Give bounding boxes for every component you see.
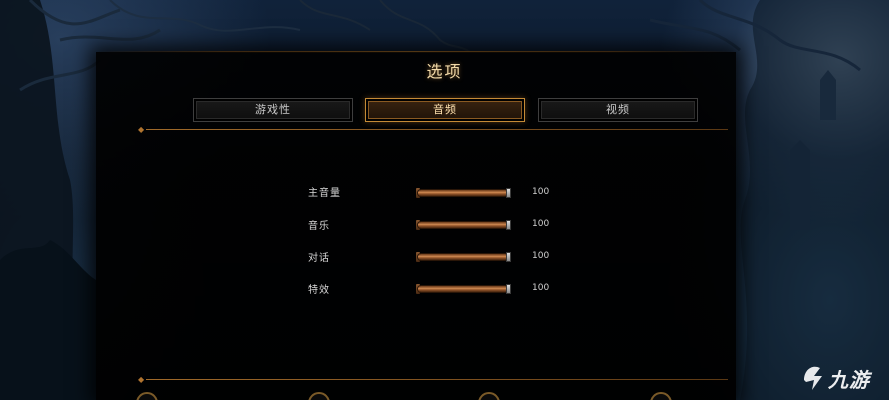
dialogue-volume-label: 对话: [308, 253, 330, 264]
effects-volume-slider[interactable]: [416, 283, 512, 295]
tab-audio[interactable]: 音频: [365, 98, 525, 122]
slider-thumb[interactable]: [506, 220, 511, 230]
dialogue-volume-slider[interactable]: [416, 251, 512, 263]
master-volume-value: 100: [532, 187, 550, 197]
master-volume-label: 主音量: [308, 188, 341, 199]
watermark-text: 九游: [828, 368, 870, 392]
section-divider-bottom: ◆: [138, 375, 728, 384]
effects-volume-label: 特效: [308, 285, 330, 296]
slider-track: [418, 190, 508, 196]
slider-thumb[interactable]: [506, 284, 511, 294]
game-options-screen: 选项 游戏性 音频 视频 ◆ 主音量 100 音乐 100 对话 100 特效 …: [0, 0, 889, 400]
section-divider-top: ◆: [138, 125, 728, 134]
tab-video[interactable]: 视频: [538, 98, 698, 122]
slider-thumb[interactable]: [506, 252, 511, 262]
tab-gameplay[interactable]: 游戏性: [193, 98, 353, 122]
music-volume-label: 音乐: [308, 221, 330, 232]
dialogue-volume-value: 100: [532, 251, 550, 261]
master-volume-slider[interactable]: [416, 187, 512, 199]
slider-thumb[interactable]: [506, 188, 511, 198]
window-title: 选项: [426, 62, 463, 81]
slider-track: [418, 222, 508, 228]
slider-track: [418, 286, 508, 292]
music-volume-value: 100: [532, 219, 550, 229]
ornament-icon: ◆: [138, 125, 145, 134]
music-volume-slider[interactable]: [416, 219, 512, 231]
effects-volume-value: 100: [532, 283, 550, 293]
slider-track: [418, 254, 508, 260]
ornament-icon: ◆: [138, 375, 145, 384]
